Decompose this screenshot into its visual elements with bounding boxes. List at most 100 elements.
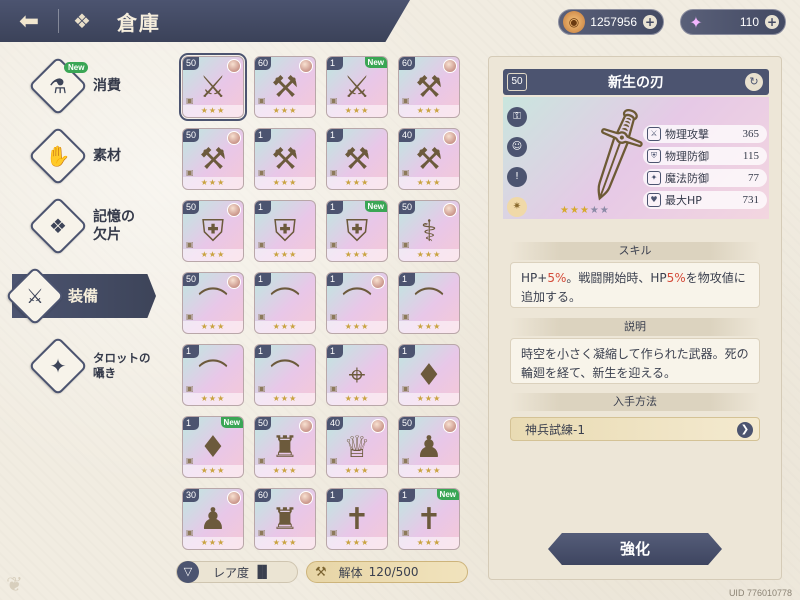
item-stars: ★★★: [327, 249, 387, 261]
new-badge: New: [220, 417, 243, 428]
lock-icon[interactable]: ⚿: [507, 107, 527, 127]
equipment-card[interactable]: 50 ⌒ ▣ ★★★: [182, 272, 244, 334]
lock-icon: ▣: [402, 168, 410, 177]
axe-icon: ⚒: [415, 142, 443, 178]
add-gem-button[interactable]: +: [765, 15, 779, 29]
equipment-card[interactable]: 40 ⚒ ▣ ★★★: [398, 128, 460, 190]
equipment-card[interactable]: 1 New ✝ ▣ ★★★: [398, 488, 460, 550]
corner-ornament-icon: ❦: [6, 572, 23, 596]
equipment-card[interactable]: 40 ♕ ▣ ★★★: [326, 416, 388, 478]
item-level: 1: [255, 273, 271, 286]
equipment-card[interactable]: 1 ⌖ ▣ ★★★: [326, 344, 388, 406]
item-level: 1: [183, 345, 199, 358]
equipment-card[interactable]: 1 ⌒ ▣ ★★★: [254, 344, 316, 406]
grid-icon[interactable]: ❖: [73, 9, 91, 33]
equipment-card[interactable]: 50 ♟ ▣ ★★★: [398, 416, 460, 478]
equipment-card[interactable]: 1 New ⛨ ▣ ★★★: [326, 200, 388, 262]
equipment-card[interactable]: 1 ⌒ ▣ ★★★: [254, 272, 316, 334]
sidebar-item-tarot[interactable]: ✦ タロットの 囁き: [0, 332, 170, 400]
skill-section-title: スキル: [510, 242, 760, 260]
character-search-icon[interactable]: ☺: [507, 137, 527, 157]
equipment-card[interactable]: 50 ⛨ ▣ ★★★: [182, 200, 244, 262]
sidebar-item-consumables[interactable]: ⚗ New 消費: [0, 52, 170, 120]
material-icon: ✋: [45, 144, 71, 168]
magic-shield-icon: ✦: [647, 171, 661, 185]
equipped-character-avatar: [227, 59, 241, 73]
skill-text-a: HP+: [521, 271, 548, 285]
equipment-card[interactable]: 1 ⚒ ▣ ★★★: [326, 128, 388, 190]
info-icon[interactable]: !: [507, 167, 527, 187]
item-level: 1: [327, 273, 343, 286]
item-stars: ★★★: [183, 537, 243, 549]
equipment-card[interactable]: 30 ♟ ▣ ★★★: [182, 488, 244, 550]
sidebar-item-label: タロットの 囁き: [93, 351, 151, 381]
swap-icon[interactable]: ↻: [745, 73, 763, 91]
equipment-card[interactable]: 50 ⚒ ▣ ★★★: [182, 128, 244, 190]
equipment-card[interactable]: 50 ⚕ ▣ ★★★: [398, 200, 460, 262]
item-level: 50: [183, 129, 200, 142]
equipment-card[interactable]: 60 ⚒ ▣ ★★★: [254, 56, 316, 118]
sidebar-item-memory-fragments[interactable]: ❖ 記憶の 欠片: [0, 192, 170, 260]
item-stars: ★★★: [255, 105, 315, 117]
item-level: 1: [255, 201, 271, 214]
rarity-sort-button[interactable]: ▽ レア度 ▐▌: [176, 561, 298, 583]
shield-icon: ⛨: [201, 214, 225, 250]
dismantle-count: 120/500: [368, 565, 419, 579]
skill-highlight-1: 5%: [547, 271, 567, 285]
dismantle-button[interactable]: ⚒ 解体 120/500: [306, 561, 468, 583]
lock-icon: ▣: [402, 240, 410, 249]
description-section-title: 説明: [510, 318, 760, 336]
bow-icon: ⌒: [270, 286, 300, 322]
equipment-card[interactable]: 1 ⚒ ▣ ★★★: [254, 128, 316, 190]
item-level: 50: [399, 201, 416, 214]
stat-row: ⚔ 物理攻撃 365: [643, 125, 767, 143]
item-stars: ★★★: [399, 249, 459, 261]
equipment-card[interactable]: 60 ⚒ ▣ ★★★: [398, 56, 460, 118]
item-level: 1: [327, 129, 343, 142]
equipment-card[interactable]: 1 ⌒ ▣ ★★★: [326, 272, 388, 334]
emblem-icon[interactable]: ✷: [507, 197, 527, 217]
back-arrow-icon[interactable]: ⬅: [0, 0, 58, 42]
equipment-card[interactable]: 1 ✝ ▣ ★★★: [326, 488, 388, 550]
sidebar-item-equipment[interactable]: ⚔ 装備: [0, 262, 170, 330]
gem-value: 110: [739, 15, 759, 29]
enhance-button[interactable]: 強化: [548, 533, 722, 565]
lock-icon: ▣: [186, 312, 194, 321]
equipment-card[interactable]: 1 New ⚔ ▣ ★★★: [326, 56, 388, 118]
equipment-card[interactable]: 50 ♜ ▣ ★★★: [254, 416, 316, 478]
page-title: 倉庫: [116, 10, 161, 35]
equipment-card[interactable]: 60 ♜ ▣ ★★★: [254, 488, 316, 550]
item-stars: ★★★: [255, 537, 315, 549]
equipment-card[interactable]: 1 ⌒ ▣ ★★★: [398, 272, 460, 334]
equipped-character-avatar: [299, 419, 313, 433]
equipment-card[interactable]: 1 ⌒ ▣ ★★★: [182, 344, 244, 406]
item-level: 1: [327, 57, 343, 70]
armor-icon: ♜: [271, 430, 299, 466]
sidebar-item-materials[interactable]: ✋ 素材: [0, 122, 170, 190]
equipped-character-avatar: [299, 59, 313, 73]
equipment-card[interactable]: 50 ⚔ ▣ ★★★: [179, 53, 247, 121]
lock-icon: ▣: [258, 96, 266, 105]
robe-icon: ♟: [199, 502, 227, 538]
label-line-2: 欠片: [93, 227, 121, 243]
lock-icon: ▣: [258, 168, 266, 177]
equipped-character-avatar: [227, 131, 241, 145]
star-icon: ★: [569, 205, 580, 216]
star-icon: ★: [589, 205, 600, 216]
equipped-character-avatar: [443, 131, 457, 145]
item-level: 50: [255, 417, 272, 430]
item-stars: ★★★: [399, 393, 459, 405]
stat-label: 物理防御: [665, 150, 709, 163]
lock-icon: ▣: [186, 96, 194, 105]
skill-text-b: 。戦闘開始時、HP: [566, 271, 667, 285]
chevron-right-icon: ❯: [737, 422, 753, 438]
item-stars: ★★★: [327, 177, 387, 189]
equipment-card[interactable]: 1 ♦ ▣ ★★★: [398, 344, 460, 406]
equipment-card[interactable]: 1 New ♦ ▣ ★★★: [182, 416, 244, 478]
star-icon: ★: [599, 205, 610, 216]
add-gold-button[interactable]: +: [643, 15, 657, 29]
dismantle-icon: ⚒: [315, 564, 327, 580]
item-stars: ★★★: [183, 249, 243, 261]
equipment-card[interactable]: 1 ⛨ ▣ ★★★: [254, 200, 316, 262]
source-link[interactable]: 神兵試練-1 ❯: [510, 417, 760, 441]
